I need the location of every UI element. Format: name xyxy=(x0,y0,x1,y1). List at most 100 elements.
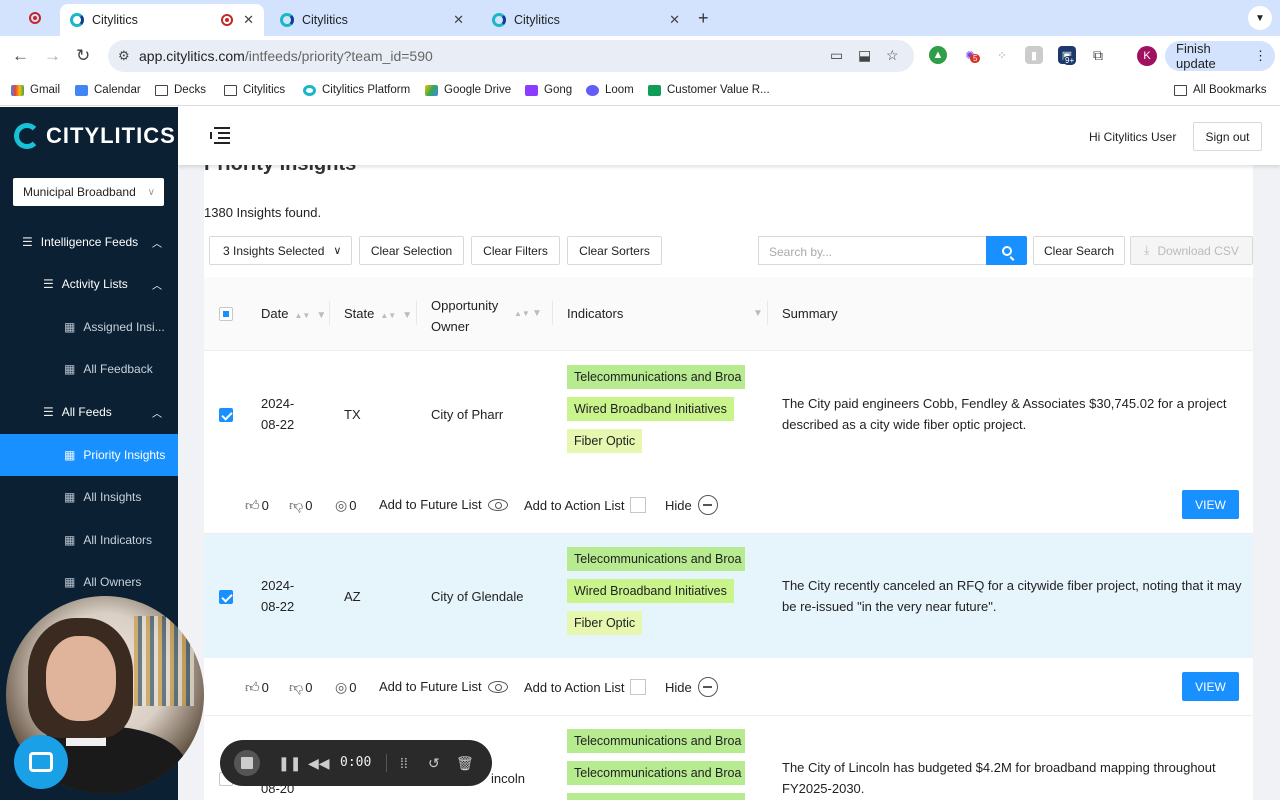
bookmark-citylitics-platform[interactable]: Citylitics Platform xyxy=(303,84,410,96)
chat-widget-button[interactable] xyxy=(14,735,68,789)
camera-icon[interactable]: ▭ xyxy=(830,47,843,64)
presenter-face xyxy=(46,636,116,721)
add-to-action-list[interactable]: Add to Action List xyxy=(524,679,647,695)
browser-tab-2[interactable]: Citylitics ✕ xyxy=(270,4,474,36)
install-app-icon[interactable]: ⬓ xyxy=(858,47,871,64)
sign-out-button[interactable]: Sign out xyxy=(1193,122,1262,151)
like-button[interactable]: 👍︎ 0 xyxy=(245,679,269,696)
filter-icon[interactable]: ▼ xyxy=(753,308,763,319)
extension-1-icon[interactable]: ▲ xyxy=(929,46,947,64)
bookmark-customer-value[interactable]: Customer Value R... xyxy=(648,84,770,96)
add-to-action-list[interactable]: Add to Action List xyxy=(524,497,647,513)
table-icon: ▦ xyxy=(64,575,76,589)
view-button[interactable]: VIEW xyxy=(1182,490,1239,519)
add-to-future-list[interactable]: Add to Future List xyxy=(379,497,508,512)
search-input[interactable]: Search by... xyxy=(758,236,987,265)
selected-insights-dropdown[interactable]: 3 Insights Selected ∨ xyxy=(209,236,352,265)
hide-button[interactable]: Hide xyxy=(665,495,718,515)
action-list-checkbox[interactable] xyxy=(630,497,647,513)
table-row[interactable]: 2024- 08-22 TX City of Pharr Telecommunic… xyxy=(204,352,1253,476)
delete-icon[interactable]: 🗑︎ xyxy=(456,755,474,772)
column-state[interactable]: State ▲▼ ▼ xyxy=(344,306,412,321)
kebab-menu-icon[interactable]: ⋮ xyxy=(1254,48,1267,64)
bookmark-star-icon[interactable]: ☆ xyxy=(886,47,899,64)
sidebar-item-intelligence-feeds[interactable]: ☰ Intelligence Feeds ︿ xyxy=(0,221,178,263)
forward-arrow-icon[interactable]: → xyxy=(44,46,61,66)
target-button[interactable]: ◎ 0 xyxy=(335,497,356,514)
stop-recording-button[interactable] xyxy=(234,750,260,776)
site-settings-icon[interactable]: ⚙ xyxy=(118,48,130,64)
bookmark-decks[interactable]: Decks xyxy=(155,84,206,96)
target-button[interactable]: ◎ 0 xyxy=(335,679,356,696)
pause-icon[interactable]: ❚❚ xyxy=(278,755,301,772)
extension-2-icon[interactable]: ✺5 xyxy=(961,46,981,64)
sidebar-item-label: All Insights xyxy=(83,490,142,504)
hide-button[interactable]: Hide xyxy=(665,677,718,697)
finish-update-button[interactable]: Finish update ⋮ xyxy=(1165,41,1275,71)
new-tab-button[interactable]: + xyxy=(698,8,709,29)
sidebar-item-all-feedback[interactable]: ▦ All Feedback xyxy=(0,348,178,390)
filter-icon[interactable]: ▼ xyxy=(316,310,326,321)
column-date[interactable]: Date ▲▼ ▼ xyxy=(261,306,326,321)
sidebar-item-assigned-insights[interactable]: ▦ Assigned Insi... xyxy=(0,306,178,348)
row-checkbox[interactable] xyxy=(219,408,233,422)
rewind-icon[interactable]: ◀◀ xyxy=(308,755,330,772)
column-opportunity-owner[interactable]: Opportunity Owner xyxy=(431,295,498,337)
indicator-tag xyxy=(567,793,745,800)
like-button[interactable]: 👍︎ 0 xyxy=(245,497,269,514)
citylitics-logo[interactable]: CITYLITICS xyxy=(14,123,176,149)
row-checkbox[interactable] xyxy=(219,590,233,604)
sort-icon[interactable]: ▲▼ xyxy=(294,311,310,320)
collapse-menu-icon[interactable] xyxy=(210,127,230,144)
dislike-button[interactable]: 👎︎ 0 xyxy=(289,679,312,696)
grip-icon[interactable]: ⁞⁞ xyxy=(400,755,408,771)
sidebar-item-all-indicators[interactable]: ▦ All Indicators xyxy=(0,519,178,561)
column-indicators[interactable]: Indicators xyxy=(567,306,623,321)
tab-search-chevron-icon[interactable]: ▼ xyxy=(1248,6,1272,30)
bookmark-loom[interactable]: Loom xyxy=(586,84,634,96)
extension-4-icon[interactable]: ▮ xyxy=(1025,46,1043,64)
close-tab-icon[interactable]: ✕ xyxy=(243,12,254,28)
sort-icon[interactable]: ▲▼ xyxy=(514,309,530,318)
sidebar-item-activity-lists[interactable]: ☰ Activity Lists ︿ xyxy=(0,263,178,305)
download-csv-button[interactable]: ⤓ Download CSV xyxy=(1130,236,1253,265)
reload-icon[interactable]: ↻ xyxy=(76,46,90,66)
close-tab-icon[interactable]: ✕ xyxy=(669,12,680,28)
bookmark-citylitics[interactable]: Citylitics xyxy=(224,84,285,96)
search-button[interactable] xyxy=(986,236,1027,265)
restart-icon[interactable]: ↺ xyxy=(428,755,440,772)
sidebar-item-all-insights[interactable]: ▦ All Insights xyxy=(0,476,178,518)
clear-search-button[interactable]: Clear Search xyxy=(1033,236,1125,265)
row-date: 2024- 08-22 xyxy=(261,575,294,617)
extensions-puzzle-icon[interactable]: ⧉ xyxy=(1089,46,1107,64)
profile-avatar[interactable]: K xyxy=(1137,46,1157,66)
clear-selection-button[interactable]: Clear Selection xyxy=(359,236,464,265)
extension-5-icon[interactable]: ▣9+ xyxy=(1058,46,1077,65)
address-bar[interactable]: ⚙ app.citylitics.com/intfeeds/priority?t… xyxy=(108,40,914,72)
bookmark-gmail[interactable]: Gmail xyxy=(11,84,60,96)
close-tab-icon[interactable]: ✕ xyxy=(453,12,464,28)
back-arrow-icon[interactable]: ← xyxy=(12,46,29,66)
browser-tab-3[interactable]: Citylitics ✕ xyxy=(482,4,690,36)
filter-icon[interactable]: ▼ xyxy=(532,308,542,319)
select-all-checkbox[interactable] xyxy=(219,307,233,321)
browser-tab-1[interactable]: Citylitics ✕ xyxy=(60,4,264,36)
clear-sorters-button[interactable]: Clear Sorters xyxy=(567,236,662,265)
extension-3-icon[interactable]: ⁘ xyxy=(993,46,1011,64)
dislike-button[interactable]: 👎︎ 0 xyxy=(289,497,312,514)
sidebar-item-priority-insights[interactable]: ▦ Priority Insights xyxy=(0,434,178,476)
team-select[interactable]: Municipal Broadband ∨ xyxy=(13,178,164,206)
sidebar-item-all-feeds[interactable]: ☰ All Feeds ︿ xyxy=(0,391,178,433)
table-row[interactable]: 2024- 08-22 AZ City of Glendale Telecommu… xyxy=(204,534,1253,658)
add-to-future-list[interactable]: Add to Future List xyxy=(379,679,508,694)
url-host: app.citylitics.com xyxy=(139,48,245,64)
view-button[interactable]: VIEW xyxy=(1182,672,1239,701)
bookmark-calendar[interactable]: Calendar xyxy=(75,84,141,96)
action-list-checkbox[interactable] xyxy=(630,679,647,695)
bookmark-google-drive[interactable]: Google Drive xyxy=(425,84,511,96)
sort-icon[interactable]: ▲▼ xyxy=(380,311,396,320)
clear-filters-button[interactable]: Clear Filters xyxy=(471,236,560,265)
bookmark-gong[interactable]: Gong xyxy=(525,84,572,96)
all-bookmarks[interactable]: All Bookmarks xyxy=(1174,84,1267,96)
filter-icon[interactable]: ▼ xyxy=(402,310,412,321)
